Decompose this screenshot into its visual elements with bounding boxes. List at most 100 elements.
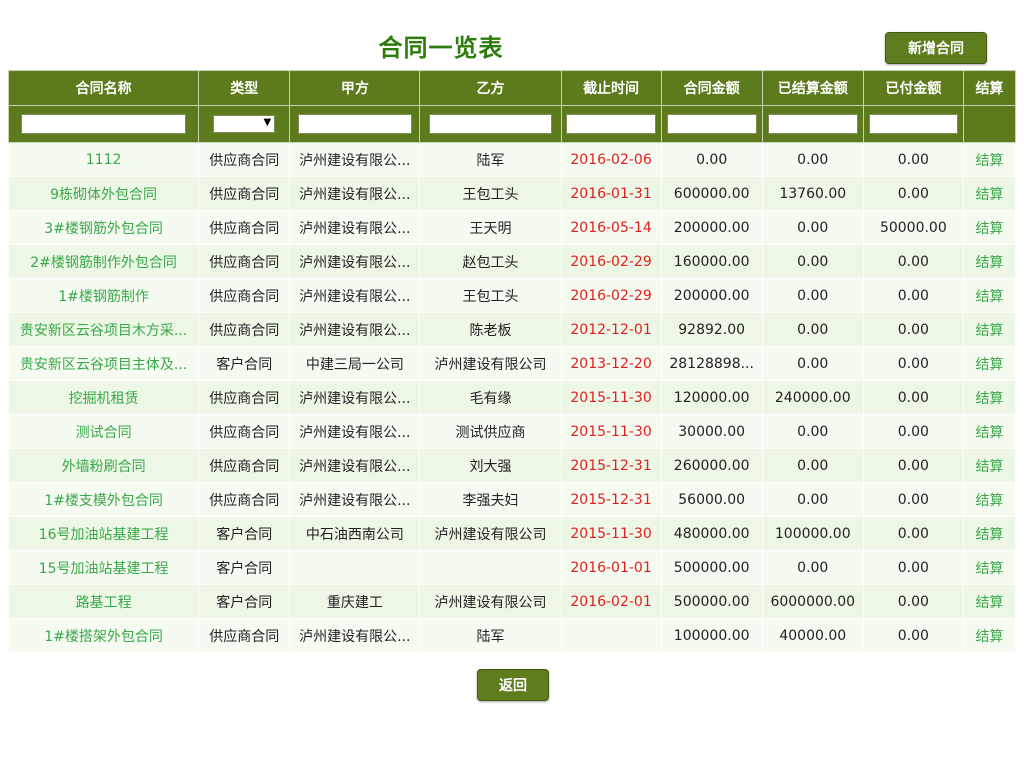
contract-amount: 480000.00: [660, 516, 763, 551]
contract-type: 供应商合同: [198, 380, 291, 415]
dropdown-arrow-icon: ▼: [263, 117, 272, 128]
filter-deadline-input[interactable]: [566, 114, 656, 134]
deadline: 2015-11-30: [560, 380, 662, 415]
paid-amount: 0.00: [862, 176, 964, 211]
deadline: 2015-11-30: [560, 414, 662, 449]
deadline: 2015-12-31: [560, 448, 662, 483]
deadline: 2016-01-01: [560, 550, 662, 585]
table-row: 1#楼支模外包合同 供应商合同 泸州建设有限公... 李强夫妇 2015-12-31 56…: [7, 482, 1017, 517]
paid-amount: 0.00: [862, 142, 964, 177]
contract-type: 供应商合同: [198, 312, 291, 347]
table-row: 15号加油站基建工程 客户合同 2016-01-01 500000.00 0.00 0.0…: [7, 550, 1017, 585]
table-row: 16号加油站基建工程 客户合同 中石油西南公司 泸州建设有限公司 2015-11-30 4…: [7, 516, 1017, 551]
settle-link[interactable]: 结算: [962, 176, 1017, 211]
filter-party-a-input[interactable]: [297, 114, 413, 134]
settle-link[interactable]: 结算: [962, 550, 1017, 585]
settle-link[interactable]: 结算: [962, 516, 1017, 551]
settle-link[interactable]: 结算: [962, 448, 1017, 483]
party-b: 陆军: [419, 618, 562, 653]
table-row: 贵安新区云谷项目木方采... 供应商合同 泸州建设有限公... 陈老板 2012-12-…: [7, 312, 1017, 347]
party-b: 王包工头: [419, 278, 562, 313]
party-b: 赵包工头: [419, 244, 562, 279]
party-a: 泸州建设有限公...: [289, 176, 421, 211]
contract-name-link[interactable]: 1#楼支模外包合同: [7, 482, 200, 517]
filter-party-b-input[interactable]: [428, 114, 553, 134]
column-header-deadline: 截止时间: [560, 70, 662, 106]
paid-amount: 0.00: [862, 414, 964, 449]
add-contract-button[interactable]: 新增合同: [885, 32, 987, 64]
paid-amount: 0.00: [862, 244, 964, 279]
filter-name-input[interactable]: [21, 114, 187, 134]
settle-link[interactable]: 结算: [962, 380, 1017, 415]
contract-name-link[interactable]: 外墙粉刷合同: [7, 448, 200, 483]
deadline: 2012-12-01: [560, 312, 662, 347]
settle-link[interactable]: 结算: [962, 584, 1017, 619]
paid-amount: 50000.00: [862, 210, 964, 245]
contract-type: 供应商合同: [198, 618, 291, 653]
deadline: 2016-02-06: [560, 142, 662, 177]
settle-link[interactable]: 结算: [962, 244, 1017, 279]
contract-name-link[interactable]: 贵安新区云谷项目主体及...: [7, 346, 200, 381]
contract-name-link[interactable]: 2#楼钢筋制作外包合同: [7, 244, 200, 279]
contract-name-link[interactable]: 9栋砌体外包合同: [7, 176, 200, 211]
column-header-amount: 合同金额: [660, 70, 763, 106]
settled-amount: 0.00: [761, 346, 864, 381]
party-a: 重庆建工: [289, 584, 421, 619]
table-row: 3#楼钢筋外包合同 供应商合同 泸州建设有限公... 王天明 2016-05-14 200…: [7, 210, 1017, 245]
contract-type: 供应商合同: [198, 278, 291, 313]
contract-name-link[interactable]: 16号加油站基建工程: [7, 516, 200, 551]
column-header-name: 合同名称: [7, 70, 200, 106]
contract-type: 供应商合同: [198, 244, 291, 279]
contract-name-link[interactable]: 15号加油站基建工程: [7, 550, 200, 585]
contract-type: 供应商合同: [198, 176, 291, 211]
settle-link[interactable]: 结算: [962, 312, 1017, 347]
table-row: 1#楼钢筋制作 供应商合同 泸州建设有限公... 王包工头 2016-02-29 2000…: [7, 278, 1017, 313]
deadline: 2016-05-14: [560, 210, 662, 245]
settled-amount: 0.00: [761, 210, 864, 245]
table-row: 贵安新区云谷项目主体及... 客户合同 中建三局一公司 泸州建设有限公司 2013-12…: [7, 346, 1017, 381]
filter-type-select[interactable]: ▼: [213, 115, 276, 133]
contract-type: 供应商合同: [198, 482, 291, 517]
deadline: 2016-02-29: [560, 244, 662, 279]
back-button[interactable]: 返回: [477, 669, 549, 701]
settle-link[interactable]: 结算: [962, 210, 1017, 245]
contract-name-link[interactable]: 3#楼钢筋外包合同: [7, 210, 200, 245]
party-a: 泸州建设有限公...: [289, 448, 421, 483]
contract-amount: 500000.00: [660, 584, 763, 619]
party-b: 毛有缘: [419, 380, 562, 415]
contract-name-link[interactable]: 测试合同: [7, 414, 200, 449]
settle-link[interactable]: 结算: [962, 278, 1017, 313]
table-row: 1#楼搭架外包合同 供应商合同 泸州建设有限公... 陆军 100000.00 40000…: [7, 618, 1017, 653]
paid-amount: 0.00: [862, 618, 964, 653]
filter-settled-input[interactable]: [767, 114, 858, 134]
contract-name-link[interactable]: 1#楼搭架外包合同: [7, 618, 200, 653]
contract-name-link[interactable]: 挖掘机租赁: [7, 380, 200, 415]
table-row: 9栋砌体外包合同 供应商合同 泸州建设有限公... 王包工头 2016-01-31 600…: [7, 176, 1017, 211]
contract-amount: 120000.00: [660, 380, 763, 415]
filter-amount-input[interactable]: [666, 114, 757, 134]
table-row: 测试合同 供应商合同 泸州建设有限公... 测试供应商 2015-11-30 30000.…: [7, 414, 1017, 449]
contract-name-link[interactable]: 路基工程: [7, 584, 200, 619]
settle-link[interactable]: 结算: [962, 346, 1017, 381]
contract-type: 供应商合同: [198, 142, 291, 177]
party-a: 中建三局一公司: [289, 346, 421, 381]
settle-link[interactable]: 结算: [962, 482, 1017, 517]
contract-amount: 28128898...: [660, 346, 763, 381]
column-header-paid: 已付金额: [862, 70, 964, 106]
paid-amount: 0.00: [862, 516, 964, 551]
contract-amount: 100000.00: [660, 618, 763, 653]
contract-name-link[interactable]: 贵安新区云谷项目木方采...: [7, 312, 200, 347]
settled-amount: 0.00: [761, 550, 864, 585]
contract-name-link[interactable]: 1112: [7, 142, 200, 177]
contract-amount: 260000.00: [660, 448, 763, 483]
contract-name-link[interactable]: 1#楼钢筋制作: [7, 278, 200, 313]
settle-link[interactable]: 结算: [962, 142, 1017, 177]
settle-link[interactable]: 结算: [962, 618, 1017, 653]
party-a: 泸州建设有限公...: [289, 278, 421, 313]
settle-link[interactable]: 结算: [962, 414, 1017, 449]
party-b: 泸州建设有限公司: [419, 584, 562, 619]
deadline: 2013-12-20: [560, 346, 662, 381]
filter-paid-input[interactable]: [868, 114, 958, 134]
party-b: 李强夫妇: [419, 482, 562, 517]
filter-row: ▼: [7, 105, 1017, 143]
